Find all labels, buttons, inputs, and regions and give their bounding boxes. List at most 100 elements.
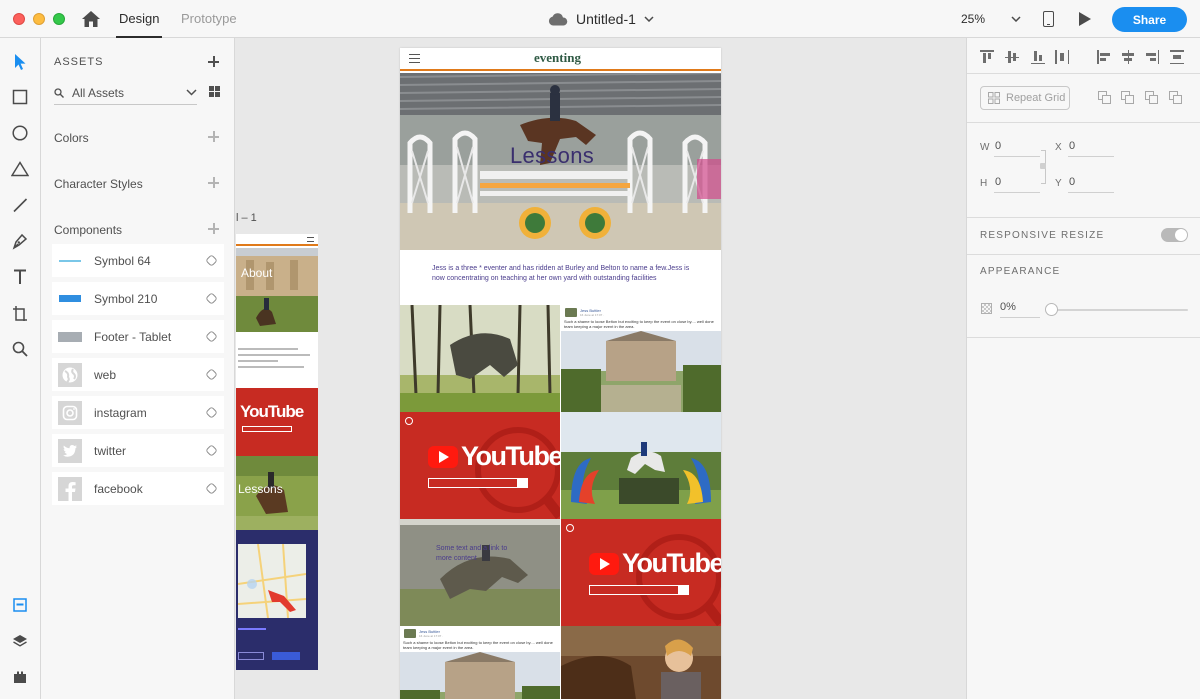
align-bottom-icon[interactable]	[1031, 50, 1045, 64]
tab-prototype[interactable]: Prototype	[181, 11, 237, 26]
cross-country-tile	[561, 412, 721, 519]
main-artboard[interactable]: eventing Lessons Jess is a three * event…	[400, 48, 721, 699]
component-item-symbol-210[interactable]: Symbol 210	[52, 282, 224, 315]
zoom-select[interactable]: 25%	[953, 9, 1027, 29]
sculpture-tile	[400, 305, 560, 412]
search-icon	[517, 479, 527, 487]
component-item-symbol-64[interactable]: Symbol 64	[52, 244, 224, 277]
close-window-button[interactable]	[13, 13, 25, 25]
canvas[interactable]: l – 1 About YouTube Lessons eventing Les…	[236, 38, 966, 699]
rectangle-tool-icon[interactable]	[10, 87, 30, 107]
link-icon	[205, 254, 218, 267]
component-label: web	[94, 367, 117, 382]
tab-design[interactable]: Design	[115, 11, 163, 38]
align-right-icon[interactable]	[1145, 50, 1159, 64]
component-item-facebook[interactable]: facebook	[52, 472, 224, 505]
polygon-tool-icon[interactable]	[10, 159, 30, 179]
share-button[interactable]: Share	[1112, 7, 1187, 32]
facebook-post-header: Jess Buttler 16 June at 17:07 · Such a s…	[400, 626, 560, 652]
y-field[interactable]: 0	[1068, 176, 1114, 193]
boolean-intersect-icon[interactable]	[1145, 91, 1159, 105]
text-tool-icon[interactable]	[10, 267, 30, 287]
layers-panel-icon[interactable]	[10, 631, 30, 651]
opacity-slider-track[interactable]	[1051, 309, 1188, 311]
maximize-window-button[interactable]	[53, 13, 65, 25]
facebook-icon	[58, 476, 82, 501]
artboard-tool-icon[interactable]	[10, 303, 30, 323]
x-field[interactable]: 0	[1068, 140, 1114, 157]
home-icon[interactable]	[81, 10, 101, 28]
colors-section-label[interactable]: Colors	[54, 131, 89, 145]
chevron-down-icon	[1011, 16, 1021, 22]
device-preview-icon[interactable]	[1043, 11, 1054, 27]
x-label: X	[1055, 142, 1062, 153]
zoom-tool-icon[interactable]	[10, 339, 30, 359]
youtube-word: YouTube	[461, 441, 560, 471]
distribute-vertical-icon[interactable]	[1170, 50, 1184, 64]
artboard-label[interactable]: l – 1	[236, 212, 257, 224]
assets-filter-select[interactable]: All Assets	[54, 81, 197, 105]
gray-bar-thumb-icon	[58, 325, 82, 349]
assets-title: ASSETS	[54, 56, 104, 68]
pen-tool-icon[interactable]	[10, 231, 30, 251]
width-field[interactable]: 0	[994, 140, 1040, 157]
facebook-post-header: Jess Buttler 16 June at 17:07 · Such a s…	[561, 305, 721, 331]
opacity-field[interactable]: 0%	[1000, 301, 1040, 318]
tool-bar	[0, 38, 41, 699]
line-tool-icon[interactable]	[10, 195, 30, 215]
component-item-instagram[interactable]: instagram	[52, 396, 224, 429]
align-top-icon[interactable]	[980, 50, 994, 64]
channel-icon	[566, 524, 574, 532]
add-character-style-icon[interactable]	[208, 177, 219, 188]
grid-view-icon[interactable]	[209, 86, 220, 97]
chevron-down-icon	[186, 89, 197, 96]
youtube-play-icon	[589, 552, 619, 575]
cloud-icon	[548, 12, 568, 25]
boolean-add-icon[interactable]	[1098, 91, 1112, 105]
ellipse-tool-icon[interactable]	[10, 123, 30, 143]
width-label: W	[980, 142, 990, 153]
link-icon	[205, 406, 218, 419]
distribute-horizontal-icon[interactable]	[1055, 50, 1069, 64]
assets-panel-icon[interactable]	[10, 595, 30, 615]
post-time: 16 June at 17:07 ·	[419, 634, 444, 638]
divider	[967, 254, 1200, 255]
map-image	[238, 544, 306, 618]
side-lessons-title: Lessons	[238, 482, 283, 496]
select-tool-icon[interactable]	[10, 52, 30, 72]
align-center-icon[interactable]	[1121, 50, 1135, 64]
component-item-footer-tablet[interactable]: Footer - Tablet	[52, 320, 224, 353]
plugins-panel-icon[interactable]	[10, 667, 30, 687]
document-title-menu[interactable]: Untitled-1	[548, 10, 654, 28]
add-color-icon[interactable]	[208, 131, 219, 142]
add-asset-icon[interactable]	[208, 56, 219, 67]
boolean-subtract-icon[interactable]	[1121, 91, 1135, 105]
youtube-tile: YouTube	[400, 412, 560, 519]
repeat-grid-button[interactable]: Repeat Grid	[980, 86, 1070, 110]
component-item-web[interactable]: web	[52, 358, 224, 391]
components-section-label[interactable]: Components	[54, 223, 122, 237]
youtube-logo: YouTube	[428, 441, 560, 472]
post-text: Such a shame to loose Belton but excitin…	[564, 319, 714, 329]
twitter-icon	[58, 438, 82, 463]
align-middle-icon[interactable]	[1005, 50, 1019, 64]
align-left-icon[interactable]	[1097, 50, 1111, 64]
opacity-slider-thumb[interactable]	[1045, 303, 1058, 316]
height-label: H	[980, 178, 988, 189]
component-item-twitter[interactable]: twitter	[52, 434, 224, 467]
document-title: Untitled-1	[576, 11, 636, 27]
site-header: eventing	[400, 48, 721, 71]
boolean-exclude-icon[interactable]	[1169, 91, 1183, 105]
search-icon	[678, 586, 688, 594]
side-artboard[interactable]: About YouTube Lessons	[236, 234, 318, 670]
add-component-icon[interactable]	[208, 223, 219, 234]
play-preview-icon[interactable]	[1079, 12, 1091, 26]
lock-icon[interactable]	[1040, 163, 1046, 169]
divider	[967, 217, 1200, 218]
minimize-window-button[interactable]	[33, 13, 45, 25]
hero-title: Lessons	[510, 143, 595, 168]
character-styles-section-label[interactable]: Character Styles	[54, 177, 143, 191]
youtube-play-icon	[428, 445, 458, 468]
height-field[interactable]: 0	[994, 176, 1040, 193]
responsive-resize-toggle[interactable]	[1161, 228, 1188, 242]
